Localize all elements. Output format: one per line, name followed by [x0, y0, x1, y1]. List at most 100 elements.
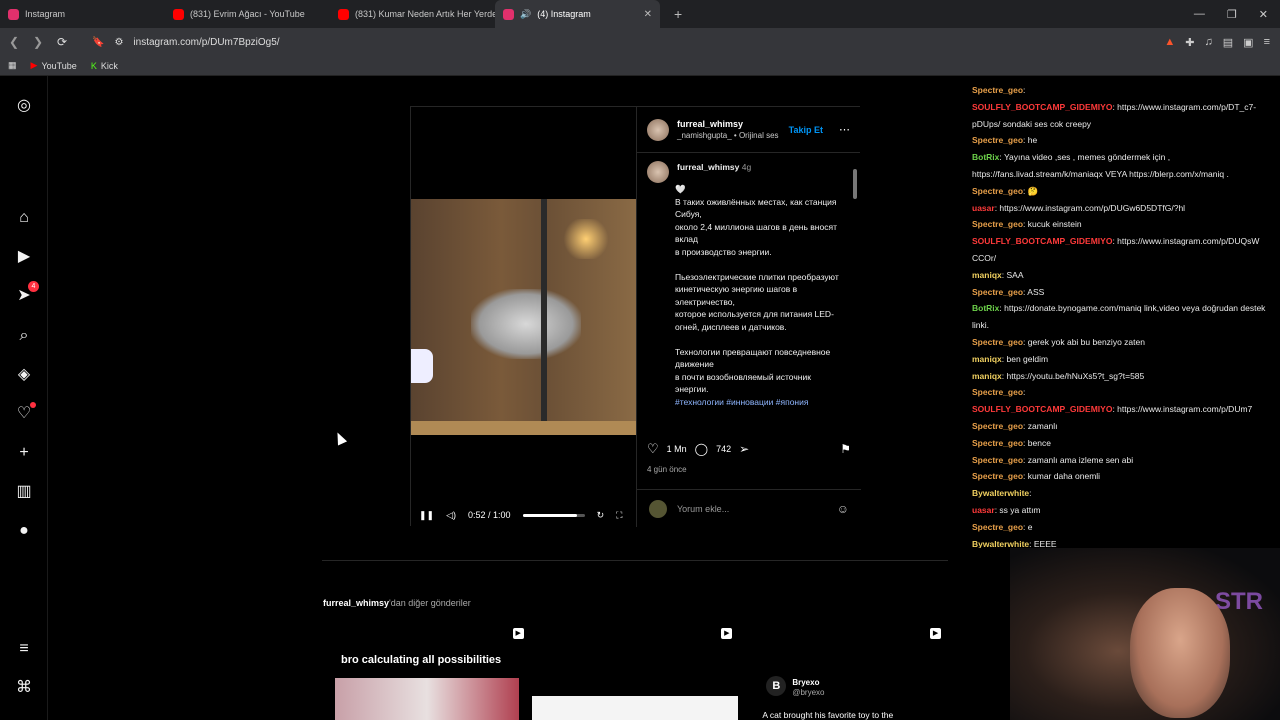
post-thumbnail[interactable]: ▶ B Bryexo @bryexo A cat brought his fav… — [740, 622, 948, 720]
tab-label: Instagram — [25, 9, 66, 19]
create-icon[interactable]: + — [14, 443, 34, 463]
caption-username[interactable]: furreal_whimsy — [677, 162, 739, 172]
wallet-icon[interactable]: ▣ — [1243, 36, 1253, 49]
more-posts-user[interactable]: furreal_whimsy — [323, 598, 389, 608]
maximize-icon[interactable]: ❐ — [1227, 8, 1237, 21]
messages-icon[interactable]: ➤ 4 — [14, 281, 39, 306]
post-username[interactable]: furreal_whimsy — [677, 119, 779, 129]
fullscreen-icon[interactable]: ⛶ — [616, 510, 622, 521]
post-sidebar: furreal_whimsy _namishgupta_ • Orijinal … — [636, 107, 861, 527]
youtube-icon: ▶ — [30, 60, 38, 70]
like-count[interactable]: 1 Mn — [667, 444, 687, 454]
shield-icon[interactable]: ▲ — [1164, 36, 1175, 49]
chat-username: Spectre_geo — [972, 387, 1024, 398]
explore-icon[interactable]: ◈ — [14, 365, 34, 385]
comment-input[interactable]: Yorum ekle... — [677, 504, 729, 514]
hashtags[interactable]: #технологии #инновации #япония — [675, 396, 843, 409]
search-icon[interactable]: ⌕ — [14, 326, 34, 346]
back-icon[interactable]: ❮ — [4, 35, 24, 49]
url-field[interactable]: 🔖 ⚙ instagram.com/p/DUm7BpziOg5/ — [86, 31, 806, 53]
caption: furreal_whimsy 4g 🤍 В таких оживлённых м… — [647, 161, 843, 433]
chat-message: SOULFLY_BOOTCAMP_GIDEMIYO: https://www.i… — [972, 401, 1280, 418]
extension-icon[interactable]: ✚ — [1185, 36, 1194, 49]
thumbnail-image — [531, 696, 738, 720]
chat-message: Bywalterwhite: — [972, 485, 1280, 502]
chat-username: Bywalterwhite — [972, 538, 1030, 548]
close-tab-icon[interactable]: ✕ — [644, 9, 652, 20]
chat-message: SOULFLY_BOOTCAMP_GIDEMIYO: https://www.i… — [972, 233, 1280, 267]
instagram-icon[interactable]: ◎ — [14, 96, 34, 116]
chat-username: Spectre_geo — [972, 286, 1024, 297]
chat-message: Spectre_geo: 🤔 — [972, 183, 1280, 200]
chat-message: Spectre_geo: gerek yok abi bu benziyo za… — [972, 334, 1280, 351]
avatar[interactable] — [647, 118, 669, 141]
post-modal: ❚❚ ◁) 0:52 / 1:00 ↻ ⛶ furreal_whimsy _na… — [410, 106, 861, 527]
post-thumbnail[interactable]: ▶ — [531, 622, 739, 720]
menu-icon[interactable]: ≡ — [14, 639, 34, 659]
profile-icon[interactable]: ● — [14, 521, 34, 541]
caption-scrollbar[interactable] — [852, 157, 858, 433]
comment-icon[interactable]: ◯ — [695, 442, 708, 456]
tab-youtube-1[interactable]: (831) Evrim Ağacı - YouTube — [165, 0, 330, 28]
bookmark-youtube[interactable]: ▶ YouTube — [31, 60, 77, 71]
bookmark-kick[interactable]: K Kick — [91, 61, 118, 71]
follow-button[interactable]: Takip Et — [789, 125, 823, 135]
video-progress-fill — [522, 513, 577, 517]
tab-instagram-active[interactable]: 🔊 (4) Instagram ✕ — [495, 0, 660, 28]
reels-icon[interactable]: ▶ — [14, 247, 34, 267]
sidebar-icon[interactable]: ▤ — [1223, 36, 1233, 49]
scrollbar-thumb[interactable] — [853, 169, 857, 199]
dashboard-icon[interactable]: ▥ — [14, 482, 34, 502]
shelf — [411, 421, 636, 435]
video-player[interactable]: ❚❚ ◁) 0:52 / 1:00 ↻ ⛶ — [411, 107, 636, 527]
minimize-icon[interactable]: — — [1194, 8, 1205, 21]
chat-username: BotRix — [972, 152, 1000, 163]
chat-username: Bywalterwhite — [972, 488, 1030, 499]
replay-icon[interactable]: ↻ — [597, 510, 605, 521]
chat-message: Spectre_geo: he — [972, 132, 1280, 149]
chat-separator: : — [1023, 85, 1026, 95]
music-icon[interactable]: ♫ — [1205, 36, 1213, 49]
avatar[interactable] — [647, 161, 669, 183]
chat-text: ben geldim — [1006, 353, 1049, 364]
webcam-overlay: STR — [1010, 548, 1280, 720]
messages-badge: 4 — [28, 281, 39, 292]
notifications-icon[interactable]: ♡ — [14, 402, 36, 424]
chat-message: Spectre_geo: — [972, 384, 1280, 401]
apps-grid-icon[interactable]: ▦ — [8, 60, 17, 71]
tab-instagram[interactable]: Instagram — [0, 0, 165, 28]
menu-icon[interactable]: ≡ — [1264, 36, 1270, 49]
site-settings-icon[interactable]: ⚙ — [114, 37, 123, 48]
chat-username: Spectre_geo — [972, 454, 1024, 465]
forward-icon[interactable]: ❯ — [28, 35, 48, 49]
chat-username: SOULFLY_BOOTCAMP_GIDEMIYO — [972, 404, 1113, 415]
youtube-favicon-icon — [173, 8, 184, 20]
like-icon[interactable]: ♡ — [647, 441, 659, 457]
chat-message: BotRix: https://donate.bynogame.com/mani… — [972, 300, 1280, 334]
bookmark-icon[interactable]: 🔖 — [92, 37, 104, 48]
bookmarks-bar: ▦ ▶ YouTube K Kick — [0, 56, 1280, 76]
glass-divider — [541, 199, 547, 435]
post-audio[interactable]: _namishgupta_ • Orijinal ses — [677, 131, 779, 140]
emoji-icon[interactable]: ☺ — [837, 502, 849, 516]
volume-icon[interactable]: ◁) — [446, 510, 456, 521]
reload-icon[interactable]: ⟳ — [52, 35, 72, 49]
save-icon[interactable]: ⚑ — [840, 442, 851, 456]
chat-text: kucuk einstein — [1027, 219, 1082, 230]
new-tab-button[interactable]: + — [674, 6, 682, 22]
more-options-icon[interactable]: ⋯ — [839, 123, 850, 136]
post-thumbnail[interactable]: ▶ bro calculating all possibilities — [323, 622, 530, 720]
mouse-cursor — [332, 430, 348, 446]
author-avatar: B — [766, 676, 787, 696]
thumbnail-text: A cat brought his favorite toy to the — [762, 710, 894, 720]
share-icon[interactable]: ➢ — [739, 442, 749, 456]
tab-label: (4) Instagram — [537, 9, 591, 19]
home-icon[interactable]: ⌂ — [14, 208, 34, 228]
tab-youtube-2[interactable]: (831) Kumar Neden Artık Her Yerde? — [330, 0, 495, 28]
white-object — [411, 349, 433, 383]
video-progress-bar[interactable] — [522, 513, 585, 517]
chat-username: uasar — [972, 504, 995, 515]
pause-icon[interactable]: ❚❚ — [419, 510, 434, 521]
apps-icon[interactable]: ⌘ — [14, 678, 34, 698]
close-window-icon[interactable]: ✕ — [1259, 8, 1268, 21]
